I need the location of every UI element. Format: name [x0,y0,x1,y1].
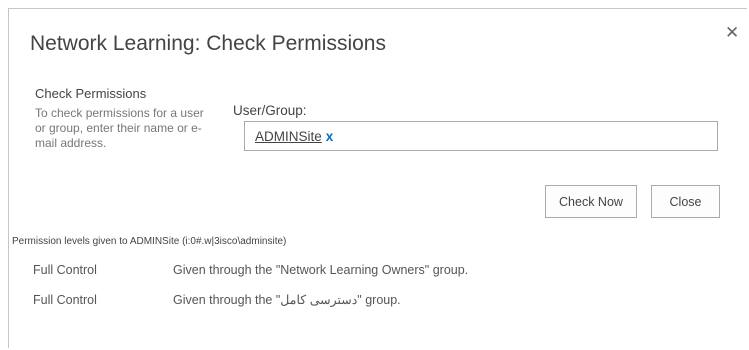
user-group-label: User/Group: [233,103,307,118]
permission-level: Full Control [33,293,97,307]
section-heading: Check Permissions [35,86,147,101]
close-button[interactable]: Close [651,185,720,218]
remove-entity-icon[interactable]: x [326,129,334,144]
dialog-title: Network Learning: Check Permissions [30,32,386,55]
entity-name[interactable]: ADMINSite [255,129,322,144]
close-icon[interactable]: ✕ [725,24,739,41]
check-now-button[interactable]: Check Now [545,185,637,218]
permission-level: Full Control [33,263,97,277]
resolved-entity: ADMINSite x [255,129,333,144]
section-description: To check permissions for a user or group… [35,106,204,150]
results-heading: Permission levels given to ADMINSite (i:… [12,236,287,247]
permission-detail: Given through the "دسترسی کامل" group. [173,293,401,307]
permission-detail: Given through the "Network Learning Owne… [173,263,469,277]
user-group-input[interactable]: ADMINSite x [244,121,718,151]
permission-row: Full Control Given through the "دسترسی کا… [33,292,401,307]
permission-row: Full Control Given through the "Network L… [33,263,468,277]
